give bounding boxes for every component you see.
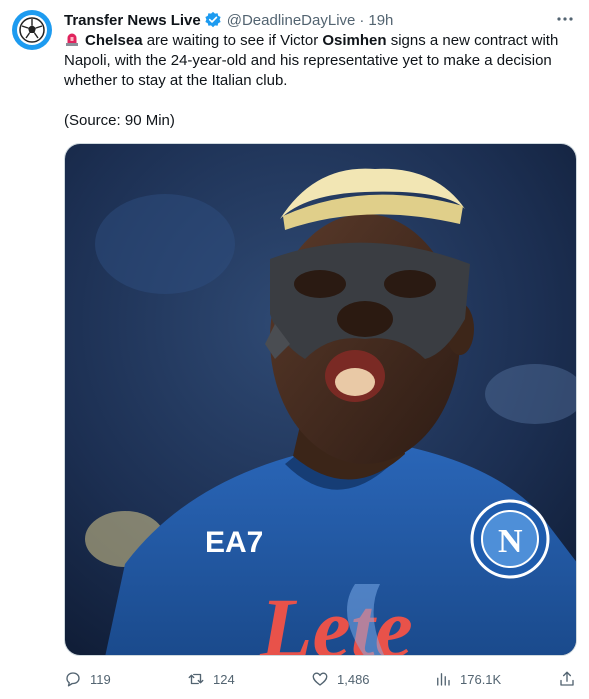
verified-badge-icon[interactable] <box>204 11 222 29</box>
separator-dot: · <box>359 11 365 29</box>
tweet-actions: 119 124 1,486 176.1K <box>64 668 578 690</box>
shirt-script-text: Lete <box>259 580 413 656</box>
views-button[interactable]: 176.1K <box>434 668 501 690</box>
soccer-ball-icon <box>17 15 47 45</box>
badge-letter: N <box>498 523 523 560</box>
reply-count: 119 <box>90 671 111 687</box>
tweet-text-bold-chelsea: Chelsea <box>85 32 143 49</box>
tweet-text-segment: are waiting to see if Victor <box>142 32 323 49</box>
more-options-icon[interactable] <box>553 7 577 31</box>
retweet-button[interactable]: 124 <box>187 668 235 690</box>
tweet-header: Transfer News Live @DeadlineDayLive · 19… <box>64 9 577 31</box>
player-photo: EA7 N Lete <box>65 144 576 656</box>
share-icon <box>560 671 574 686</box>
tweet: Transfer News Live @DeadlineDayLive · 19… <box>0 0 589 699</box>
siren-emoji-icon <box>66 33 78 46</box>
reply-icon <box>66 672 80 687</box>
display-name[interactable]: Transfer News Live <box>64 12 201 29</box>
retweet-icon <box>188 673 204 685</box>
tweet-timestamp[interactable]: 19h <box>368 12 393 29</box>
tweet-media-photo[interactable]: EA7 N Lete <box>64 143 577 656</box>
tweet-text: Chelsea are waiting to see if Victor Osi… <box>64 31 579 91</box>
views-count: 176.1K <box>460 671 502 687</box>
avatar[interactable] <box>12 10 52 50</box>
user-handle[interactable]: @DeadlineDayLive <box>227 12 356 29</box>
like-button[interactable]: 1,486 <box>311 668 370 690</box>
reply-button[interactable]: 119 <box>64 668 111 690</box>
like-count: 1,486 <box>337 671 370 687</box>
heart-icon <box>312 672 328 686</box>
views-chart-icon <box>437 673 450 686</box>
tweet-text-bold-osimhen: Osimhen <box>322 32 387 49</box>
jersey-sponsor-text: EA7 <box>205 526 263 559</box>
tweet-source-line: (Source: 90 Min) <box>64 112 175 129</box>
retweet-count: 124 <box>213 671 235 687</box>
share-button[interactable] <box>558 668 576 690</box>
